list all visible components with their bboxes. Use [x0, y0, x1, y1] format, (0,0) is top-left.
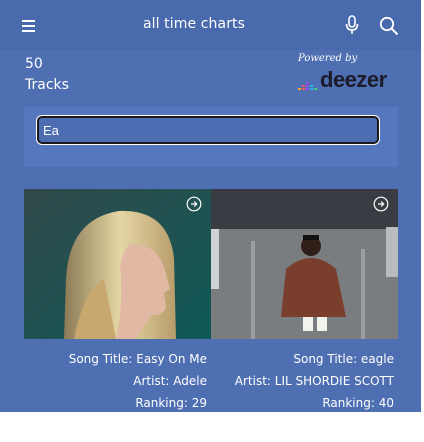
track-card[interactable]: Song Title: eagle Artist: LIL SHORDIE SC… — [211, 189, 398, 412]
song-artist: Artist: Adele — [133, 374, 207, 388]
equalizer-icon — [298, 82, 317, 90]
track-count-label: Tracks — [25, 77, 69, 93]
track-grid: Song Title: Easy On Me Artist: Adele Ran… — [24, 167, 398, 412]
deezer-logo[interactable]: Powered by deezer — [296, 53, 406, 95]
page-title: all time charts — [142, 16, 246, 32]
album-art-image — [24, 189, 211, 339]
song-ranking: Ranking: 40 — [322, 396, 394, 410]
track-count: 50 Tracks — [25, 54, 69, 96]
mic-icon[interactable] — [344, 14, 360, 36]
track-info: Song Title: eagle Artist: LIL SHORDIE SC… — [235, 348, 394, 412]
track-info: Song Title: Easy On Me Artist: Adele Ran… — [69, 348, 207, 412]
search-icon[interactable] — [378, 15, 400, 37]
track-card[interactable]: Song Title: Easy On Me Artist: Adele Ran… — [24, 189, 211, 412]
song-artist: Artist: LIL SHORDIE SCOTT — [234, 374, 394, 388]
song-ranking: Ranking: 29 — [135, 396, 207, 410]
top-bar: all time charts — [0, 0, 421, 50]
play-circle-icon[interactable] — [373, 196, 389, 212]
search-input[interactable] — [36, 115, 380, 145]
deezer-wordmark: deezer — [320, 67, 387, 92]
song-title: Song Title: eagle — [293, 352, 394, 366]
song-title: Song Title: Easy On Me — [68, 352, 207, 366]
track-count-value: 50 — [25, 56, 43, 72]
powered-by-label: Powered by — [298, 53, 358, 64]
app-window: all time charts 50 Tracks Powered by dee… — [0, 0, 421, 412]
album-art-image — [211, 189, 398, 339]
play-circle-icon[interactable] — [186, 196, 202, 212]
